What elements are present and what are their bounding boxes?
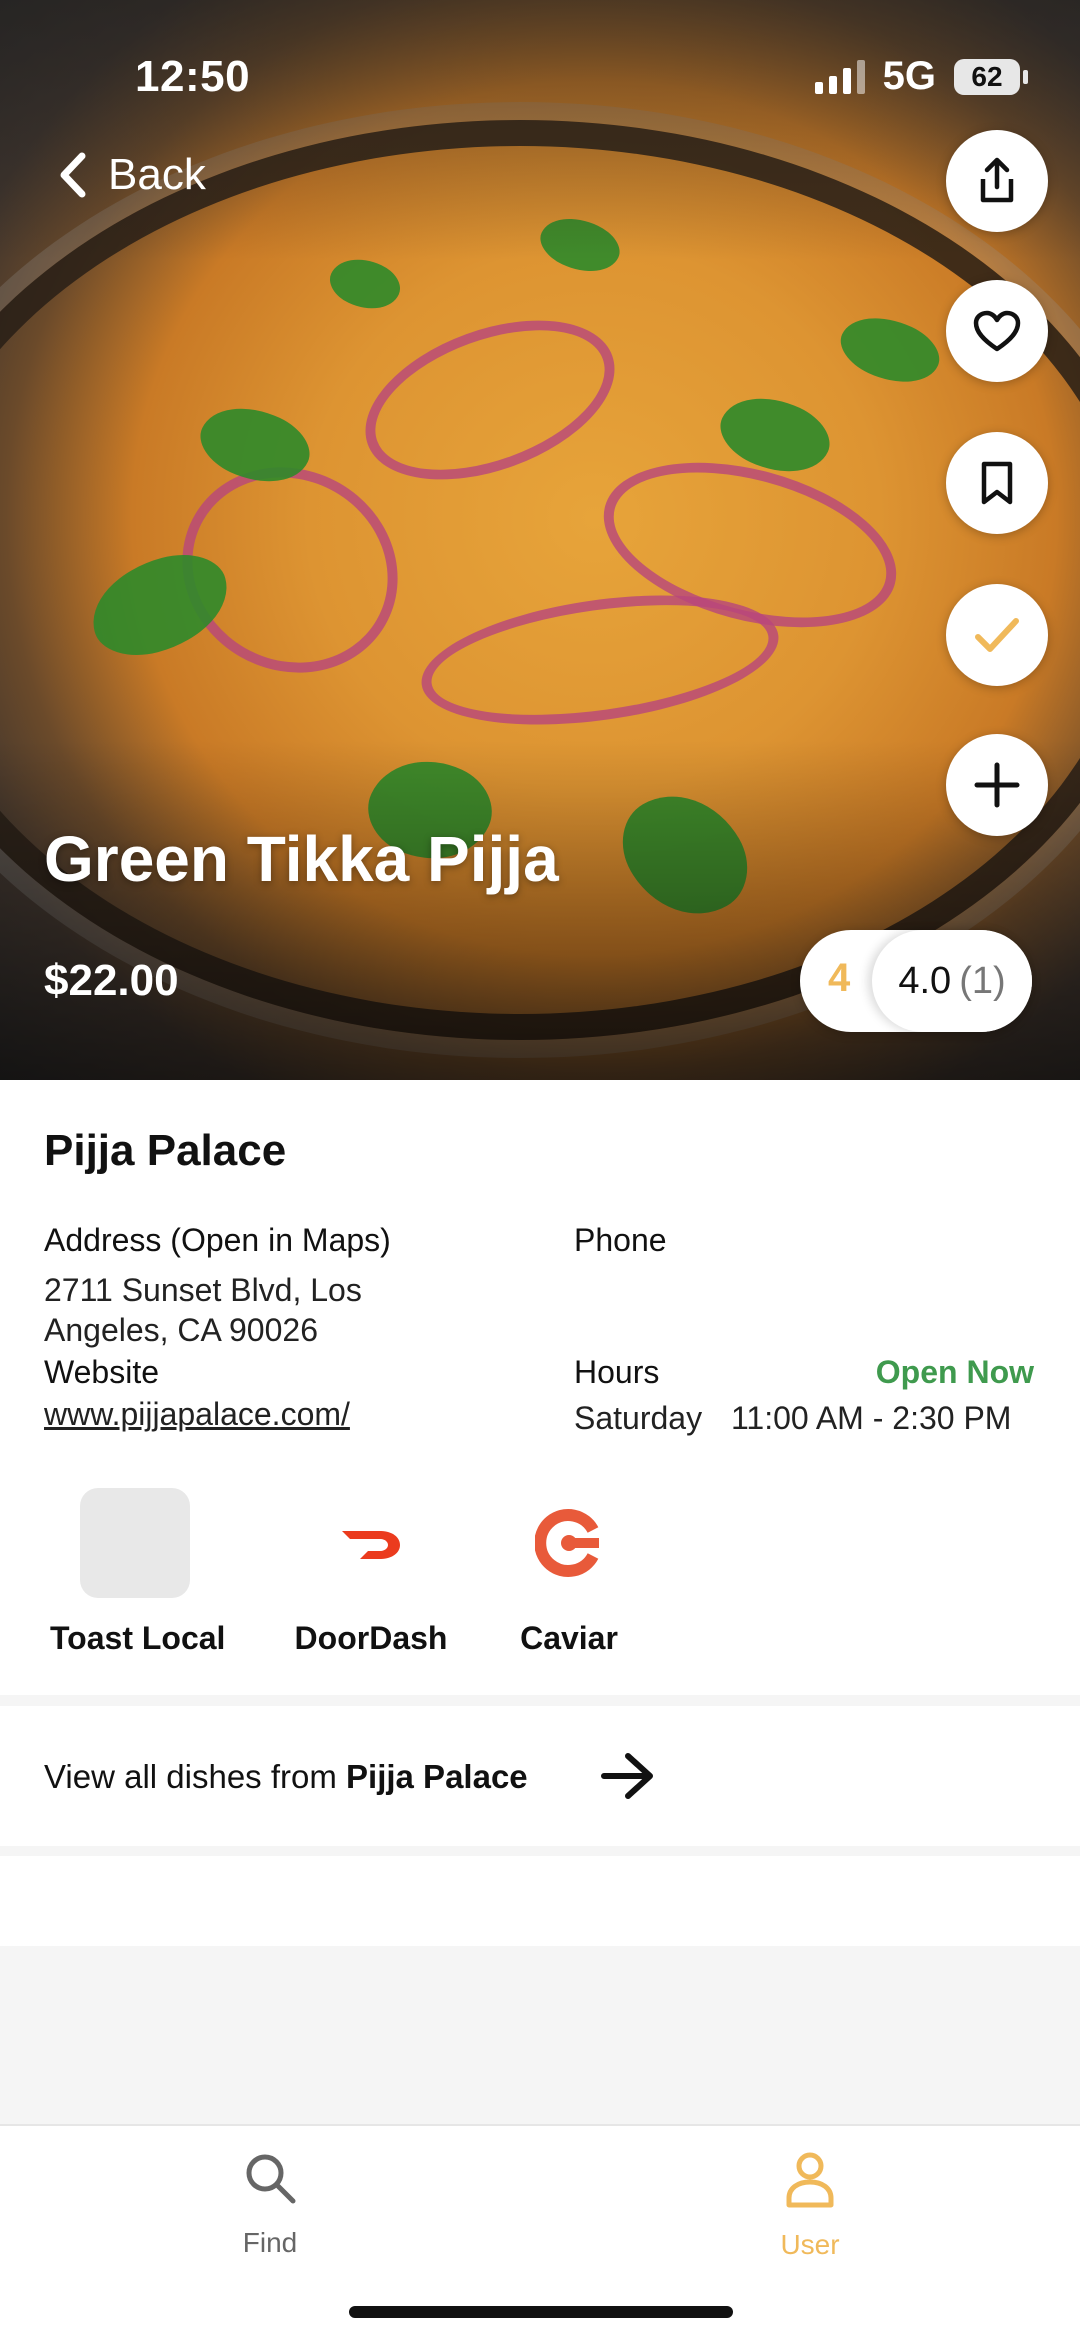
plus-icon — [974, 762, 1020, 808]
search-icon — [246, 2154, 296, 2204]
tab-find-label: Find — [242, 2227, 298, 2258]
share-button[interactable] — [946, 130, 1048, 232]
view-all-dishes-text: View all dishes from Pijja Palace — [44, 1758, 528, 1795]
share-icon — [980, 157, 1014, 203]
toast-local-icon — [80, 1488, 190, 1598]
rating-pill[interactable]: 4 4.0 (1) — [800, 930, 1032, 1032]
dish-price: $22.00 — [44, 956, 179, 1005]
address-label[interactable]: Address (Open in Maps) — [44, 1222, 391, 1259]
add-button[interactable] — [946, 734, 1048, 836]
address-line-2[interactable]: Angeles, CA 90026 — [44, 1310, 318, 1350]
chevron-left-icon — [60, 152, 86, 198]
network-type: 5G — [882, 54, 936, 98]
delivery-toast-local[interactable]: Toast Local — [50, 1488, 226, 1657]
delivery-doordash[interactable]: DoorDash — [286, 1488, 456, 1657]
tab-user[interactable]: User — [710, 2150, 910, 2261]
website-label: Website — [44, 1354, 160, 1390]
delivery-label: Toast Local — [50, 1620, 226, 1656]
favorite-button[interactable] — [946, 280, 1048, 382]
hours-time: 11:00 AM - 2:30 PM — [731, 1400, 1012, 1436]
doordash-icon — [316, 1488, 426, 1598]
delivery-label: DoorDash — [294, 1620, 448, 1656]
arrow-right-icon — [601, 1753, 653, 1799]
open-status: Open Now — [875, 1354, 1034, 1390]
caviar-icon — [514, 1488, 624, 1598]
hours-day: Saturday — [574, 1400, 703, 1436]
restaurant-name: Pijja Palace — [44, 1126, 287, 1175]
rating-average: 4.0 — [898, 959, 952, 1002]
my-rating: 4 — [828, 956, 851, 1000]
signal-icon — [814, 59, 865, 94]
bookmark-button[interactable] — [946, 432, 1048, 534]
empty-section — [0, 1856, 1080, 1946]
phone-label: Phone — [574, 1222, 667, 1258]
restaurant-info: Pijja Palace Address (Open in Maps) 2711… — [0, 1080, 1080, 1695]
check-icon — [975, 618, 1019, 652]
back-button[interactable]: Back — [58, 150, 206, 200]
tab-user-label: User — [780, 2229, 840, 2260]
tab-find[interactable]: Find — [170, 2150, 370, 2259]
status-time: 12:50 — [135, 52, 251, 101]
address-line-1[interactable]: 2711 Sunset Blvd, Los — [44, 1270, 362, 1310]
battery-icon: 62 — [954, 58, 1028, 95]
heart-icon — [973, 310, 1021, 352]
rating-count: (1) — [959, 959, 1006, 1002]
delivery-caviar[interactable]: Caviar — [484, 1488, 654, 1657]
status-bar: 12:50 5G 62 — [0, 0, 1080, 150]
delivery-label: Caviar — [520, 1620, 618, 1656]
hours-label: Hours — [574, 1354, 660, 1390]
dish-title: Green Tikka Pijja — [44, 823, 559, 895]
website-link[interactable]: www.pijjapalace.com/ — [44, 1394, 350, 1434]
user-icon — [786, 2152, 834, 2208]
average-rating: 4.0 (1) — [872, 930, 1032, 1032]
home-indicator — [349, 2306, 733, 2318]
view-all-dishes-link[interactable]: View all dishes from Pijja Palace — [0, 1706, 1080, 1846]
bookmark-icon — [981, 461, 1013, 505]
back-label: Back — [108, 150, 206, 199]
tried-button[interactable] — [946, 584, 1048, 686]
